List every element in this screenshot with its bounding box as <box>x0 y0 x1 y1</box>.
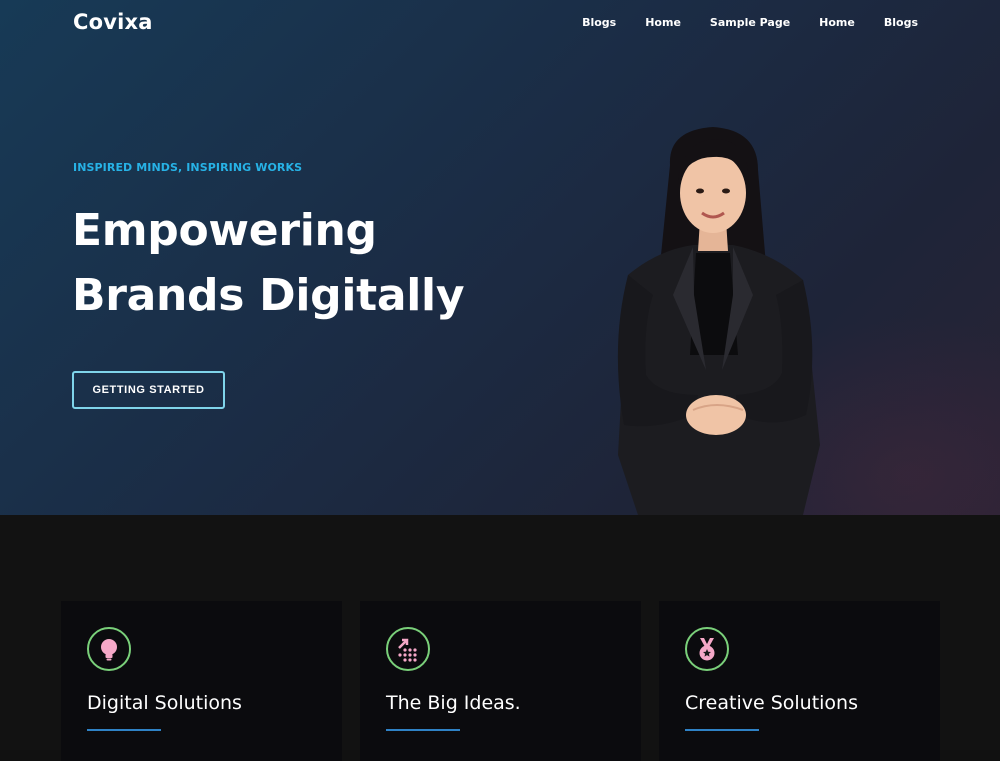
feature-title: Creative Solutions <box>685 692 858 714</box>
feature-underline <box>386 729 460 731</box>
getting-started-button[interactable]: GETTING STARTED <box>72 371 225 409</box>
feature-title: The Big Ideas. <box>386 692 521 714</box>
nav-item-blogs[interactable]: Blogs <box>582 16 616 29</box>
feature-card-big-ideas[interactable]: The Big Ideas. <box>360 601 641 761</box>
nav-item-home[interactable]: Home <box>645 16 681 29</box>
hero-headline-line-2: Brands Digitally <box>72 270 465 321</box>
lightbulb-icon <box>87 627 131 671</box>
site-logo[interactable]: Covixa <box>73 10 153 34</box>
hero-headline: Empowering Brands Digitally <box>72 198 512 328</box>
feature-underline <box>685 729 759 731</box>
feature-underline <box>87 729 161 731</box>
hero-person-image <box>617 127 820 515</box>
hero-headline-line-1: Empowering <box>72 205 377 256</box>
nav-item-sample-page[interactable]: Sample Page <box>710 16 790 29</box>
growth-dots-icon <box>386 627 430 671</box>
nav-item-home-2[interactable]: Home <box>819 16 855 29</box>
medal-icon <box>685 627 729 671</box>
feature-title: Digital Solutions <box>87 692 242 714</box>
nav-item-blogs-2[interactable]: Blogs <box>884 16 918 29</box>
main-nav: Blogs Home Sample Page Home Blogs <box>582 16 918 29</box>
feature-card-creative-solutions[interactable]: Creative Solutions <box>659 601 940 761</box>
feature-card-digital-solutions[interactable]: Digital Solutions <box>61 601 342 761</box>
hero-section: Covixa Blogs Home Sample Page Home Blogs… <box>0 0 1000 515</box>
hero-tagline: INSPIRED MINDS, INSPIRING WORKS <box>73 161 303 174</box>
